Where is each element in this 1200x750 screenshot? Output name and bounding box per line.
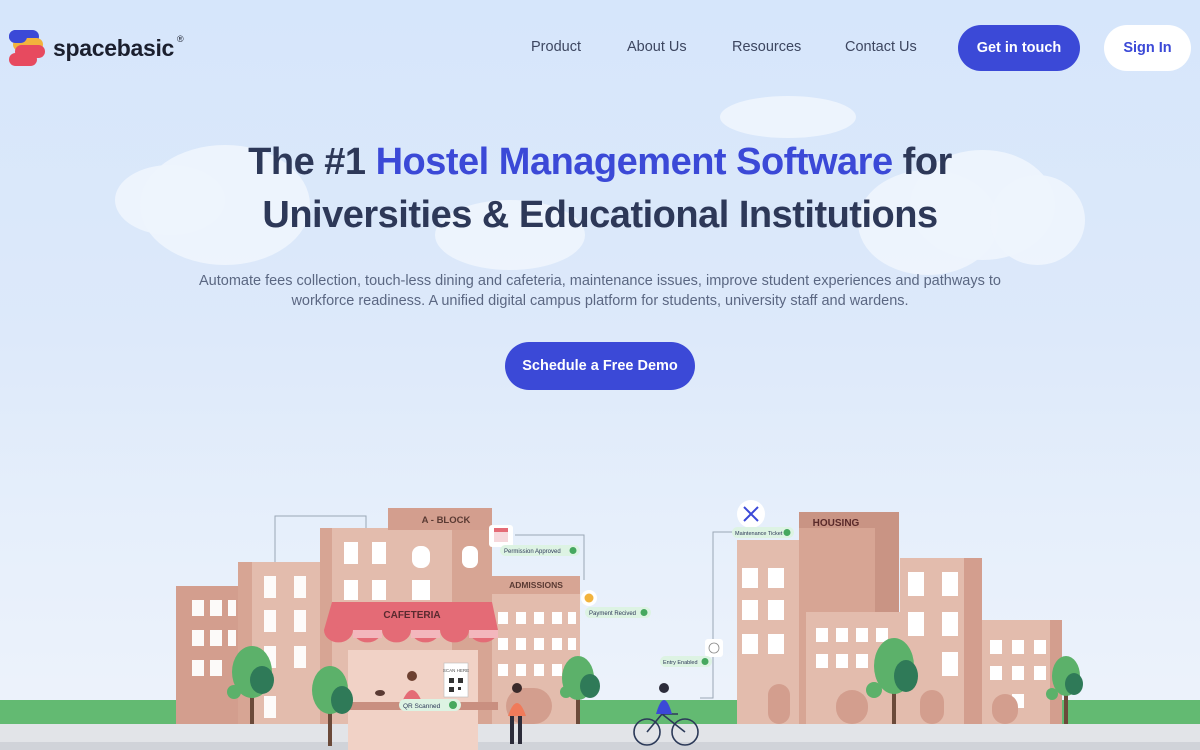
site-header: spacebasic ® Product About Us Resources … [0,0,1200,94]
nav-about-us[interactable]: About Us [627,39,687,55]
schedule-demo-button[interactable]: Schedule a Free Demo [505,342,695,390]
a-block-label: A - BLOCK [422,515,471,526]
campus-illustration: A - BLOCK ADMISSIONS CAFETERIA SCAN HERE… [0,490,1200,750]
headline-line2: Universities & Educational Institutions [262,194,938,236]
housing-label: HOUSING [813,518,860,529]
tag-payment-text: Payment Recived [589,611,636,617]
cafeteria-label: CAFETERIA [383,610,440,621]
headline-part2: for [892,141,953,183]
registered-mark: ® [177,34,184,44]
sign-in-button[interactable]: Sign In [1104,25,1191,71]
nav-product[interactable]: Product [531,39,581,55]
tag-maintenance-ticket: Maintenance Ticket [732,500,794,538]
get-in-touch-button[interactable]: Get in touch [958,25,1080,71]
cloud-shape [720,96,856,138]
spacebasic-logo-icon [9,30,45,66]
headline-part1: The #1 [248,141,376,183]
tag-qr-text: QR Scanned [403,703,441,710]
scan-here-label: SCAN HERE [443,668,469,673]
headline-accent: Hostel Management Software [375,141,894,183]
nav-contact-us[interactable]: Contact Us [845,39,917,55]
tag-permission-text: Permission Approved [504,549,561,555]
tag-entry-text: Entry Enabled [663,660,698,666]
nav-resources[interactable]: Resources [732,39,801,55]
hero-subtitle: Automate fees collection, touch-less din… [199,273,1001,309]
tag-entry-enabled: Entry Enabled [660,639,723,667]
admissions-label: ADMISSIONS [509,580,563,590]
hero-headline: The #1 Hostel Management Software for Un… [0,136,1200,242]
tag-maintenance-text: Maintenance Ticket [735,531,783,537]
brand-name: spacebasic [53,34,175,61]
tag-permission-approved: Permission Approved [489,525,580,556]
tag-qr-scanned: QR Scanned [399,699,461,711]
brand-logo[interactable]: spacebasic ® [9,30,189,66]
tag-payment-received: Payment Recived [581,590,651,618]
